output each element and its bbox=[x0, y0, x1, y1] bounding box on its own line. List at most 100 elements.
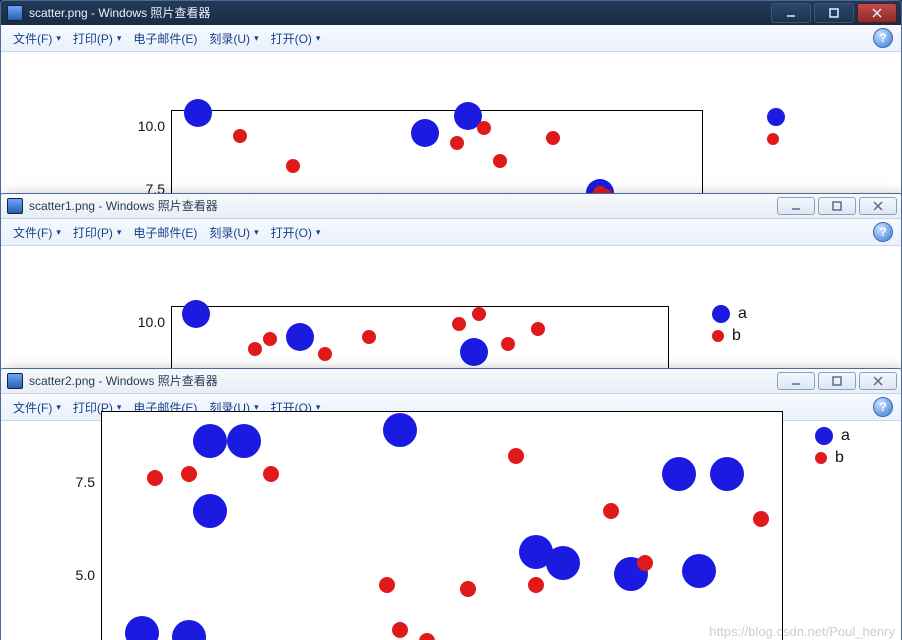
data-point-b bbox=[362, 330, 376, 344]
data-point-a bbox=[710, 457, 744, 491]
minimize-icon bbox=[786, 8, 796, 18]
legend-label-b: b bbox=[732, 327, 741, 345]
chevron-down-icon: ▾ bbox=[56, 402, 61, 413]
y-tick-label: 10.0 bbox=[121, 118, 165, 134]
maximize-icon bbox=[832, 376, 842, 386]
close-button[interactable] bbox=[857, 3, 897, 23]
legend-swatch-b bbox=[712, 330, 724, 342]
titlebar[interactable]: scatter2.png - Windows 照片查看器 bbox=[1, 369, 901, 394]
help-icon[interactable]: ? bbox=[873, 28, 893, 48]
maximize-icon bbox=[829, 8, 839, 18]
help-icon[interactable]: ? bbox=[873, 222, 893, 242]
menu-file[interactable]: 文件(F)▾ bbox=[9, 28, 65, 49]
close-button[interactable] bbox=[859, 197, 897, 215]
help-icon[interactable]: ? bbox=[873, 397, 893, 417]
menubar: 文件(F)▾ 打印(P)▾ 电子邮件(E) 刻录(U)▾ 打开(O)▾ ? bbox=[1, 25, 901, 52]
data-point-b bbox=[477, 121, 491, 135]
menu-burn[interactable]: 刻录(U)▾ bbox=[205, 222, 262, 243]
close-button[interactable] bbox=[859, 372, 897, 390]
data-point-b bbox=[603, 503, 619, 519]
scatter-chart: 7.55.02.5ab bbox=[1, 421, 901, 640]
data-point-a bbox=[460, 338, 488, 366]
minimize-button[interactable] bbox=[777, 372, 815, 390]
menu-print[interactable]: 打印(P)▾ bbox=[69, 28, 126, 49]
maximize-button[interactable] bbox=[818, 372, 856, 390]
data-point-a bbox=[193, 424, 227, 458]
data-point-b bbox=[501, 337, 515, 351]
titlebar[interactable]: scatter.png - Windows 照片查看器 bbox=[1, 1, 901, 25]
legend bbox=[761, 104, 799, 152]
menu-email[interactable]: 电子邮件(E) bbox=[129, 28, 201, 49]
chevron-down-icon: ▾ bbox=[56, 227, 61, 238]
image-viewport: 7.55.02.5ab https://blog.csdn.net/Poul_h… bbox=[1, 421, 901, 640]
data-point-b bbox=[263, 466, 279, 482]
legend-swatch-a bbox=[815, 427, 833, 445]
legend: ab bbox=[706, 301, 753, 349]
data-point-a bbox=[182, 300, 210, 328]
data-point-b bbox=[452, 317, 466, 331]
menu-email[interactable]: 电子邮件(E) bbox=[129, 222, 201, 243]
legend-swatch-a bbox=[767, 108, 785, 126]
chevron-down-icon: ▾ bbox=[117, 33, 122, 44]
legend-swatch-b bbox=[767, 133, 779, 145]
titlebar[interactable]: scatter1.png - Windows 照片查看器 bbox=[1, 194, 901, 219]
chevron-down-icon: ▾ bbox=[254, 33, 259, 44]
legend-label-b: b bbox=[835, 449, 844, 467]
data-point-a bbox=[546, 546, 580, 580]
data-point-b bbox=[531, 322, 545, 336]
data-point-b bbox=[753, 511, 769, 527]
chevron-down-icon: ▾ bbox=[254, 227, 259, 238]
chevron-down-icon: ▾ bbox=[117, 227, 122, 238]
data-point-b bbox=[472, 307, 486, 321]
data-point-b bbox=[286, 159, 300, 173]
data-point-b bbox=[493, 154, 507, 168]
menu-burn[interactable]: 刻录(U)▾ bbox=[205, 28, 262, 49]
close-icon bbox=[873, 201, 883, 211]
data-point-b bbox=[460, 581, 476, 597]
maximize-button[interactable] bbox=[814, 3, 854, 23]
y-tick-label: 7.5 bbox=[51, 474, 95, 490]
data-point-b bbox=[233, 129, 247, 143]
data-point-b bbox=[508, 448, 524, 464]
menu-open[interactable]: 打开(O)▾ bbox=[267, 28, 325, 49]
legend-swatch-a bbox=[712, 305, 730, 323]
minimize-icon bbox=[791, 201, 801, 211]
data-point-a bbox=[682, 554, 716, 588]
app-icon bbox=[7, 373, 23, 389]
menu-print[interactable]: 打印(P)▾ bbox=[69, 222, 126, 243]
data-point-a bbox=[383, 413, 417, 447]
y-tick-label: 5.0 bbox=[51, 567, 95, 583]
data-point-a bbox=[662, 457, 696, 491]
legend-label-a: a bbox=[738, 305, 747, 323]
chevron-down-icon: ▾ bbox=[316, 33, 321, 44]
maximize-button[interactable] bbox=[818, 197, 856, 215]
data-point-b bbox=[528, 577, 544, 593]
legend: ab bbox=[809, 423, 856, 471]
data-point-a bbox=[193, 494, 227, 528]
window-title: scatter.png - Windows 照片查看器 bbox=[29, 1, 771, 25]
data-point-a bbox=[227, 424, 261, 458]
chevron-down-icon: ▾ bbox=[56, 33, 61, 44]
data-point-b bbox=[318, 347, 332, 361]
window-title: scatter1.png - Windows 照片查看器 bbox=[29, 194, 777, 218]
menu-file[interactable]: 文件(F)▾ bbox=[9, 397, 65, 418]
app-icon bbox=[7, 198, 23, 214]
legend-label-a: a bbox=[841, 427, 850, 445]
chevron-down-icon: ▾ bbox=[316, 227, 321, 238]
app-icon bbox=[7, 5, 23, 21]
data-point-a bbox=[184, 99, 212, 127]
window-photo-viewer-1: scatter.png - Windows 照片查看器 文件(F)▾ 打印(P)… bbox=[0, 0, 902, 224]
menu-open[interactable]: 打开(O)▾ bbox=[267, 222, 325, 243]
data-point-b bbox=[248, 342, 262, 356]
data-point-b bbox=[181, 466, 197, 482]
close-icon bbox=[872, 8, 882, 18]
minimize-button[interactable] bbox=[771, 3, 811, 23]
minimize-icon bbox=[791, 376, 801, 386]
minimize-button[interactable] bbox=[777, 197, 815, 215]
maximize-icon bbox=[832, 201, 842, 211]
data-point-b bbox=[263, 332, 277, 346]
menu-file[interactable]: 文件(F)▾ bbox=[9, 222, 65, 243]
y-tick-label: 10.0 bbox=[121, 314, 165, 330]
window-title: scatter2.png - Windows 照片查看器 bbox=[29, 369, 777, 393]
data-point-b bbox=[392, 622, 408, 638]
